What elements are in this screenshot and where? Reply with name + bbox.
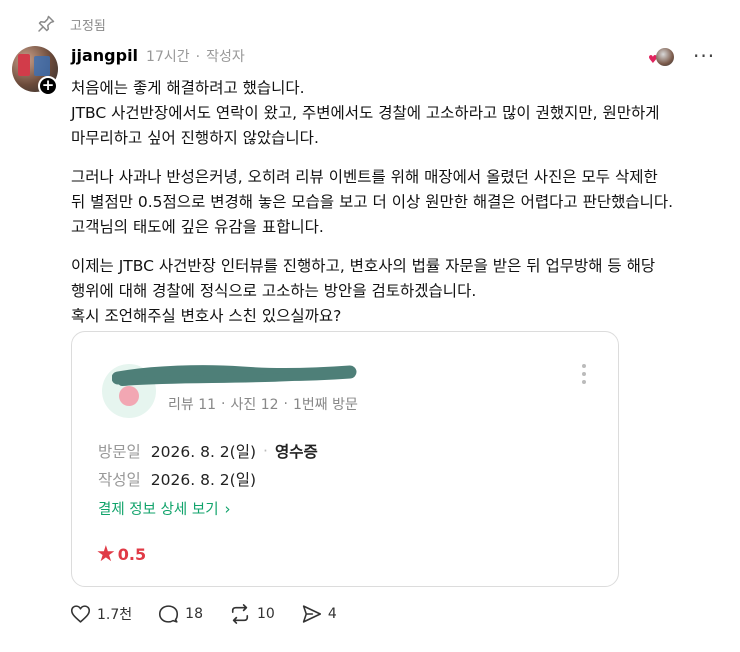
username[interactable]: jjangpil xyxy=(71,46,138,65)
follow-plus-icon[interactable]: + xyxy=(38,76,58,96)
star-icon: ★ xyxy=(96,542,116,567)
comment-icon xyxy=(159,605,179,623)
send-icon xyxy=(302,605,321,623)
pinned-indicator: 고정됨 xyxy=(36,12,106,36)
repost-count: 10 xyxy=(256,606,275,622)
written-date-label: 작성일 xyxy=(98,471,141,489)
text-line: 처음에는 좋게 해결하려고 했습니다. xyxy=(71,79,305,97)
more-options-icon[interactable]: ··· xyxy=(693,44,715,68)
visit-count: 1번째 방문 xyxy=(292,397,358,413)
text-line: 마무리하고 싶어 진행하지 않았습니다. xyxy=(71,129,319,147)
pin-icon xyxy=(38,15,55,32)
reviewer-stats: 리뷰 11 · 사진 12 · 1번째 방문 xyxy=(168,396,358,413)
post-time: 17시간 xyxy=(146,49,190,65)
like-button[interactable]: 1.7천 xyxy=(70,604,132,624)
paragraph-3: 이제는 JTBC 사건반장 인터뷰를 진행하고, 변호사의 법률 자문을 받은 … xyxy=(71,254,726,329)
card-more-icon[interactable] xyxy=(579,364,589,390)
text-line: 행위에 대해 경찰에 정식으로 고소하는 방안을 검토하겠습니다. xyxy=(71,282,477,300)
repost-button[interactable]: 10 xyxy=(229,604,275,624)
receipt-badge: 영수증 xyxy=(274,443,318,461)
text-line: 혹시 조언해주실 변호사 스친 있으실까요? xyxy=(71,307,342,325)
liker-avatar xyxy=(656,48,674,66)
comment-button[interactable]: 18 xyxy=(158,604,203,624)
review-count: 리뷰 11 xyxy=(168,397,217,413)
text-line: 고객님의 태도에 깊은 유감을 표합니다. xyxy=(71,218,324,236)
paragraph-1: 처음에는 좋게 해결하려고 했습니다. JTBC 사건반장에서도 연락이 왔고,… xyxy=(71,76,726,151)
share-button[interactable]: 4 xyxy=(301,604,337,624)
action-bar: 1.7천 18 10 4 xyxy=(70,604,363,624)
liked-by-avatars[interactable]: ♥ xyxy=(648,48,674,68)
written-date: 2026. 8. 2(일) xyxy=(150,471,257,489)
chevron-right-icon: › xyxy=(224,499,231,518)
separator-dot: · xyxy=(195,49,201,65)
visit-date-label: 방문일 xyxy=(98,443,141,461)
payment-details-link[interactable]: 결제 정보 상세 보기 › xyxy=(98,498,231,519)
text-line: 그러나 사과나 반성은커녕, 오히려 리뷰 이벤트를 위해 매장에서 올렸던 사… xyxy=(71,168,658,186)
written-date-row: 작성일 2026. 8. 2(일) xyxy=(98,468,256,490)
author-tag: 작성자 xyxy=(206,49,245,65)
share-count: 4 xyxy=(327,606,337,622)
payment-details-label: 결제 정보 상세 보기 xyxy=(98,502,219,518)
visit-date-row: 방문일 2026. 8. 2(일) · 영수증 xyxy=(98,442,318,461)
pinned-label: 고정됨 xyxy=(70,18,106,34)
text-line: 뒤 별점만 0.5점으로 변경해 놓은 모습을 보고 더 이상 원만한 해결은 … xyxy=(71,193,674,211)
photo-count: 사진 12 xyxy=(230,397,279,413)
comment-count: 18 xyxy=(185,606,203,622)
like-count: 1.7천 xyxy=(97,607,133,623)
rating-value: 0.5 xyxy=(117,545,147,564)
redaction-scribble xyxy=(112,365,357,386)
text-line: JTBC 사건반장에서도 연락이 왔고, 주변에서도 경찰에 고소하라고 많이 … xyxy=(71,104,660,122)
text-line: 이제는 JTBC 사건반장 인터뷰를 진행하고, 변호사의 법률 자문을 받은 … xyxy=(71,257,656,275)
repost-icon xyxy=(231,604,249,624)
heart-icon xyxy=(70,605,91,623)
paragraph-2: 그러나 사과나 반성은커녕, 오히려 리뷰 이벤트를 위해 매장에서 올렸던 사… xyxy=(71,165,726,240)
visit-date: 2026. 8. 2(일) xyxy=(150,443,257,461)
post-body: 처음에는 좋게 해결하려고 했습니다. JTBC 사건반장에서도 연락이 왔고,… xyxy=(71,76,726,343)
rating: ★ 0.5 xyxy=(96,542,146,567)
post-header: jjangpil 17시간 · 작성자 xyxy=(71,46,245,66)
review-card[interactable]: 리뷰 11 · 사진 12 · 1번째 방문 방문일 2026. 8. 2(일)… xyxy=(71,331,619,587)
